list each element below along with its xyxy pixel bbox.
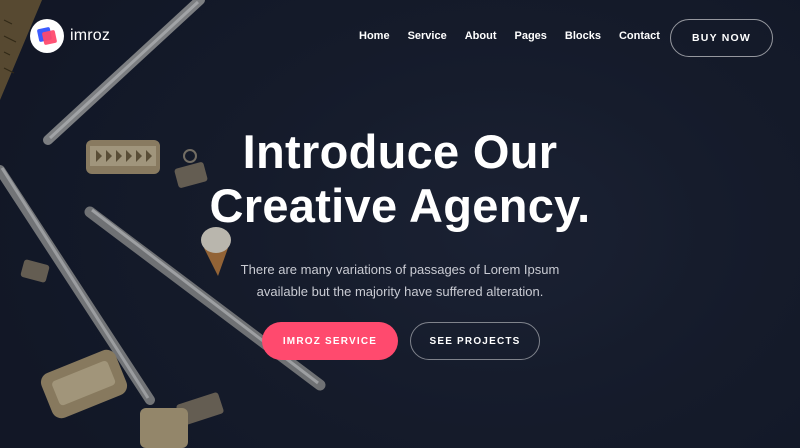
nav-home[interactable]: Home [359, 30, 390, 42]
nav-contact[interactable]: Contact [619, 30, 660, 42]
subtitle-line: available but the majority have suffered… [256, 284, 544, 299]
nav-blocks[interactable]: Blocks [565, 30, 601, 42]
logo-text: imroz [70, 27, 111, 44]
buy-now-button[interactable]: BUY NOW [670, 19, 773, 57]
see-projects-button[interactable]: SEE PROJECTS [410, 322, 540, 360]
hero-subtitle: There are many variations of passages of… [0, 259, 800, 303]
hero-headline: Introduce Our Creative Agency. [0, 125, 800, 233]
subtitle-line: There are many variations of passages of… [240, 262, 560, 277]
nav-pages[interactable]: Pages [514, 30, 546, 42]
imroz-service-button[interactable]: IMROZ SERVICE [262, 322, 398, 360]
headline-line: Introduce Our [242, 125, 558, 178]
nav-about[interactable]: About [465, 30, 497, 42]
hero-section: imroz Home Service About Pages Blocks Co… [0, 0, 800, 448]
nav-service[interactable]: Service [408, 30, 447, 42]
headline-line: Creative Agency. [209, 179, 591, 232]
logo-icon [30, 19, 64, 53]
main-nav: Home Service About Pages Blocks Contact [359, 30, 678, 42]
logo[interactable]: imroz [30, 19, 110, 53]
